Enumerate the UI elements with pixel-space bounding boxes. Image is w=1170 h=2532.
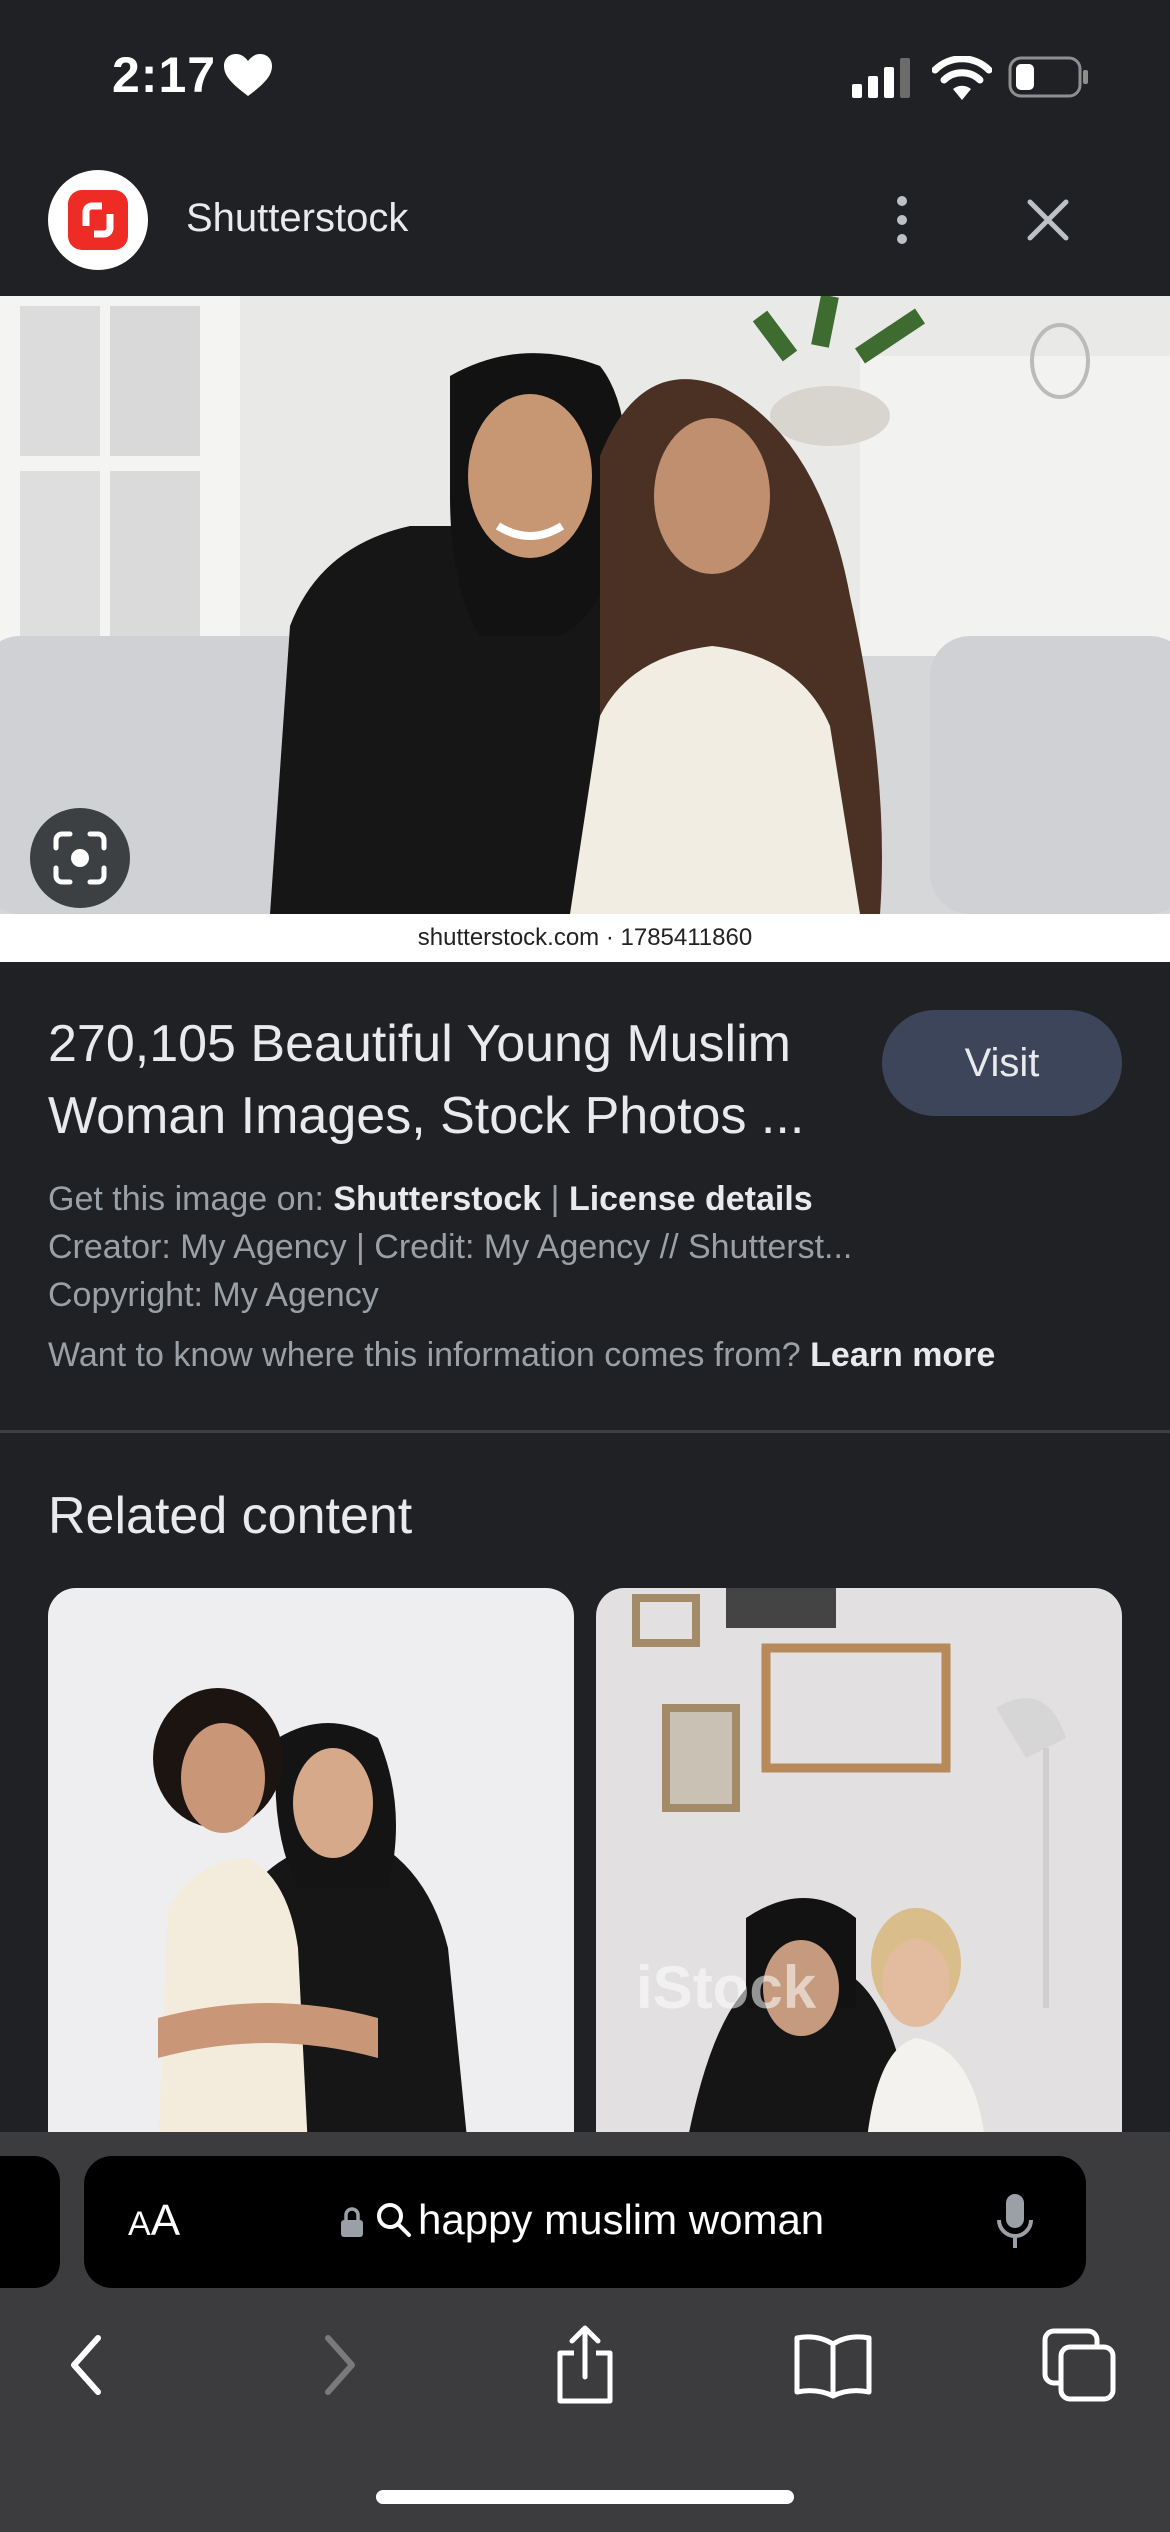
shutterstock-logo: [48, 170, 148, 270]
back-arrow-icon[interactable]: [42, 2320, 132, 2410]
status-time: 2:17: [112, 47, 217, 103]
battery-icon: [1008, 56, 1090, 98]
aa-small-label: A: [128, 2205, 151, 2243]
main-image[interactable]: [0, 296, 1170, 914]
aa-large-label: A: [150, 2196, 181, 2245]
separator: |: [541, 1180, 569, 1218]
heart-icon: [222, 52, 274, 98]
get-image-line: Get this image on: Shutterstock | Licens…: [48, 1180, 813, 1219]
get-image-prefix: Get this image on:: [48, 1180, 334, 1218]
bookmarks-icon[interactable]: [788, 2320, 878, 2410]
forward-arrow-icon[interactable]: [294, 2320, 384, 2410]
info-source-line: Want to know where this information come…: [48, 1336, 995, 1375]
lock-icon: [340, 2206, 364, 2238]
creator-line: Creator: My Agency | Credit: My Agency /…: [48, 1228, 853, 1266]
visit-button[interactable]: Visit: [882, 1010, 1122, 1116]
search-icon: [376, 2202, 412, 2238]
result-title[interactable]: 270,105 Beautiful Young Muslim Woman Ima…: [48, 1008, 868, 1152]
more-options-icon[interactable]: [880, 180, 924, 260]
divider: [0, 1430, 1170, 1433]
home-indicator: [376, 2490, 794, 2504]
page-settings-button[interactable]: AA: [128, 2196, 180, 2246]
copyright-line: Copyright: My Agency: [48, 1276, 379, 1314]
tabs-icon[interactable]: [1034, 2320, 1124, 2410]
previous-tab-preview[interactable]: [0, 2156, 60, 2288]
lens-search-icon[interactable]: [30, 808, 130, 908]
related-content-heading: Related content: [48, 1487, 413, 1545]
cellular-signal-icon: [852, 58, 914, 98]
share-icon[interactable]: [540, 2320, 630, 2410]
source-link[interactable]: Shutterstock: [333, 1180, 541, 1218]
site-name: Shutterstock: [186, 196, 409, 240]
close-icon[interactable]: [1016, 188, 1080, 252]
wifi-icon: [931, 55, 993, 100]
address-text[interactable]: happy muslim woman: [418, 2196, 824, 2244]
site-header: [0, 150, 1170, 296]
microphone-icon[interactable]: [996, 2192, 1034, 2252]
istock-watermark: iStock: [636, 1954, 817, 2021]
image-caption: shutterstock.com · 1785411860: [0, 914, 1170, 962]
license-details-link[interactable]: License details: [569, 1180, 813, 1218]
related-image-card[interactable]: iStock: [596, 1588, 1122, 2148]
related-image-card[interactable]: [48, 1588, 574, 2148]
learn-more-link[interactable]: Learn more: [810, 1336, 995, 1374]
info-question: Want to know where this information come…: [48, 1336, 811, 1374]
